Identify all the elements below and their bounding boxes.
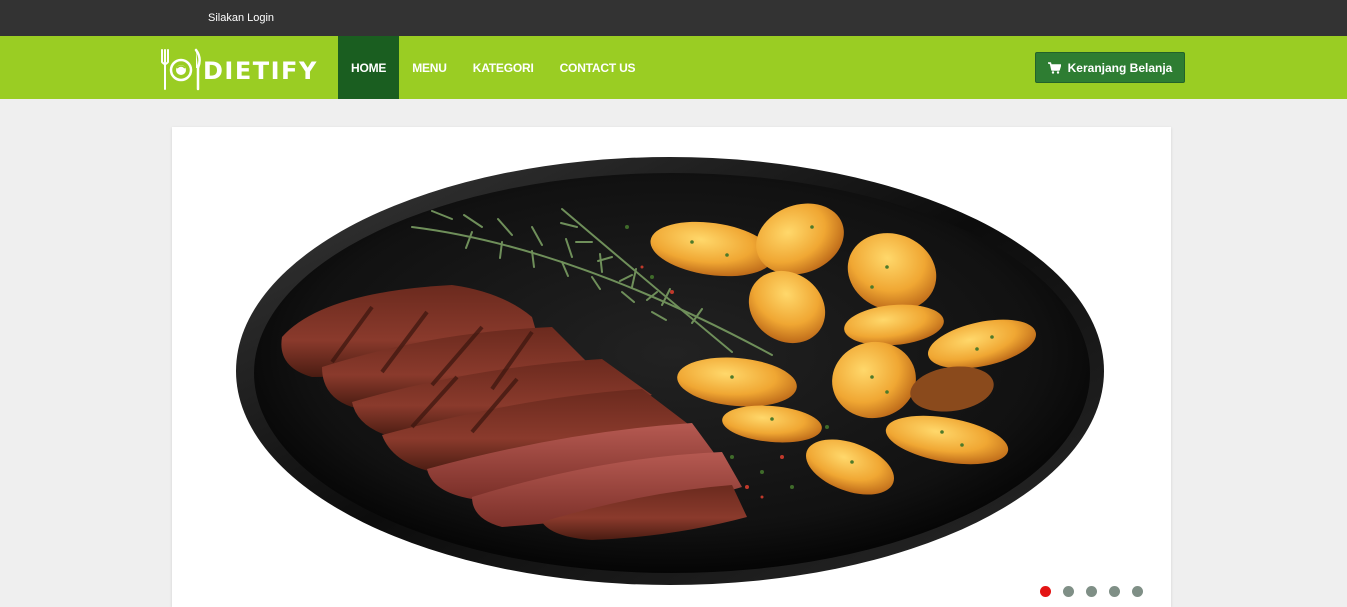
cart-button[interactable]: Keranjang Belanja bbox=[1035, 52, 1185, 83]
top-bar: Silakan Login bbox=[0, 0, 1347, 36]
carousel-indicator[interactable] bbox=[1063, 586, 1074, 597]
login-link[interactable]: Silakan Login bbox=[208, 12, 274, 24]
nav-item-contact-us[interactable]: CONTACT US bbox=[547, 36, 649, 99]
steak-plate-image bbox=[236, 157, 1104, 585]
brand-logo[interactable]: DIETIFY bbox=[159, 46, 318, 92]
carousel-indicator[interactable] bbox=[1086, 586, 1097, 597]
nav-item-home[interactable]: HOME bbox=[338, 36, 400, 99]
cart-button-label: Keranjang Belanja bbox=[1067, 60, 1173, 75]
main-nav: HOME MENU KATEGORI CONTACT US bbox=[338, 36, 648, 99]
carousel-indicator[interactable] bbox=[1132, 586, 1143, 597]
nav-item-menu[interactable]: MENU bbox=[399, 36, 460, 99]
carousel-indicator[interactable] bbox=[1109, 586, 1120, 597]
hero-carousel[interactable] bbox=[172, 127, 1171, 607]
main-navbar: DIETIFY HOME MENU KATEGORI CONTACT US Ke… bbox=[0, 36, 1347, 99]
carousel-indicator[interactable] bbox=[1040, 586, 1051, 597]
brand-name: DIETIFY bbox=[203, 57, 318, 85]
nav-item-kategori[interactable]: KATEGORI bbox=[460, 36, 547, 99]
carousel-indicators bbox=[1040, 586, 1155, 597]
shopping-cart-icon bbox=[1047, 61, 1061, 74]
fork-knife-plate-icon bbox=[161, 48, 201, 91]
